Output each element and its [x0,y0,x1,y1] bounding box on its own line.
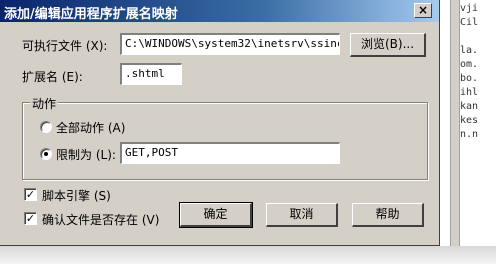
executable-path-input[interactable]: C:\WINDOWS\system32\inetsrv\ssinc.dll [120,33,340,55]
extension-label-text: 扩展名 [22,70,59,84]
background-line: kan [460,101,479,112]
all-verbs-radio[interactable] [40,121,52,133]
dialog-title: 添加/编辑应用程序扩展名映射 [4,7,178,22]
all-verbs-hotkey: (A) [107,121,126,135]
limit-verbs-label-text: 限制为 [56,148,93,162]
background-line: Cil [460,17,479,28]
background-line: la. [460,45,479,56]
extension-label: 扩展名 (E): [22,68,83,85]
limit-verbs-radio[interactable] [40,148,52,160]
executable-hotkey: (X): [85,39,108,53]
verify-file-checkbox[interactable]: ✓ [24,212,37,225]
executable-label: 可执行文件 (X): [22,37,107,54]
limit-verbs-hotkey: (L): [95,148,116,162]
all-verbs-label[interactable]: 全部动作 (A) [56,119,125,136]
script-engine-label[interactable]: 脚本引擎 (S) [42,187,111,204]
limit-verbs-label[interactable]: 限制为 (L): [56,146,116,163]
close-icon: × [417,3,429,17]
all-verbs-label-text: 全部动作 [56,121,105,135]
limit-verbs-input[interactable]: GET,POST [120,142,340,164]
background-line: om. [460,59,479,70]
background-line [460,30,492,44]
verify-file-hotkey: (V) [141,213,160,227]
script-engine-label-text: 脚本引擎 [42,189,91,203]
close-button[interactable]: × [414,3,432,18]
extension-hotkey: (E): [61,70,83,84]
verify-file-label-text: 确认文件是否存在 [42,213,139,227]
background-line: n.n [460,129,479,140]
cancel-button[interactable]: 取消 [266,203,338,227]
browse-hotkey: (B)... [384,37,415,51]
background-line: ihl [460,87,479,98]
browse-button[interactable]: 浏览(B)... [350,33,426,57]
background-line: vji [460,3,479,14]
executable-label-text: 可执行文件 [22,39,83,53]
background-scrollbar[interactable] [450,0,460,250]
background-line: bo. [460,73,479,84]
verbs-group [22,102,428,180]
background-line: kes [460,115,479,126]
script-engine-checkbox[interactable]: ✓ [24,188,37,201]
browse-label: 浏览 [360,37,385,51]
extension-mapping-dialog: 添加/编辑应用程序扩展名映射 × 可执行文件 (X): C:\WINDOWS\s… [0,0,440,246]
script-engine-hotkey: (S) [93,189,111,203]
bottom-shadow [0,246,496,264]
background-text: vji Cil la. om. bo. ihl kan kes n.n [460,2,492,142]
ok-button[interactable]: 确定 [179,202,253,228]
verbs-group-title: 动作 [30,95,59,112]
help-button[interactable]: 帮助 [352,203,424,227]
verify-file-label[interactable]: 确认文件是否存在 (V) [42,211,159,228]
title-bar[interactable]: 添加/编辑应用程序扩展名映射 × [0,0,439,22]
extension-input[interactable]: .shtml [120,63,182,85]
